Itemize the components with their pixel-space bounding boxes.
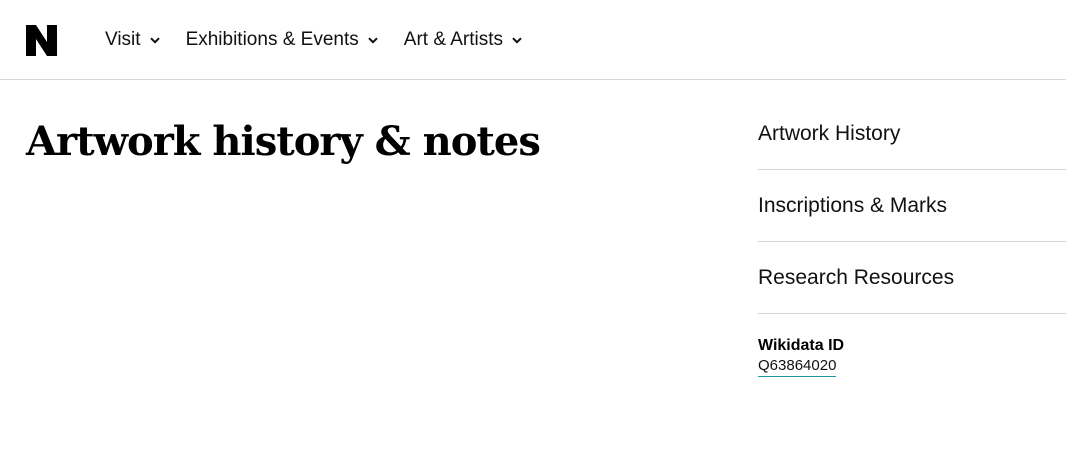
section-link-artwork-history[interactable]: Artwork History bbox=[758, 98, 1066, 170]
chevron-down-icon bbox=[368, 36, 378, 44]
nav-item-visit[interactable]: Visit bbox=[105, 29, 160, 51]
nav-item-art-artists[interactable]: Art & Artists bbox=[404, 29, 522, 51]
main-nav: Visit Exhibitions & Events Art & Artists bbox=[105, 0, 548, 80]
nav-item-label: Visit bbox=[105, 29, 141, 50]
chevron-down-icon bbox=[149, 36, 160, 44]
section-nav: Artwork History Inscriptions & Marks Res… bbox=[758, 98, 1066, 377]
page-title: Artwork history & notes bbox=[26, 118, 541, 165]
section-link-research-resources[interactable]: Research Resources bbox=[758, 242, 1066, 314]
section-link-inscriptions-marks[interactable]: Inscriptions & Marks bbox=[758, 170, 1066, 242]
site-header: Visit Exhibitions & Events Art & Artists bbox=[0, 0, 1066, 80]
nav-item-label: Art & Artists bbox=[403, 29, 504, 50]
n-logo-icon[interactable] bbox=[26, 25, 57, 56]
nav-item-exhibitions-events[interactable]: Exhibitions & Events bbox=[186, 29, 378, 51]
wikidata-block: Wikidata ID Q63864020 bbox=[758, 336, 1066, 377]
chevron-down-icon bbox=[512, 36, 522, 44]
nav-item-label: Exhibitions & Events bbox=[185, 29, 359, 50]
wikidata-label: Wikidata ID bbox=[758, 337, 845, 354]
wikidata-id-link[interactable]: Q63864020 bbox=[758, 356, 837, 377]
